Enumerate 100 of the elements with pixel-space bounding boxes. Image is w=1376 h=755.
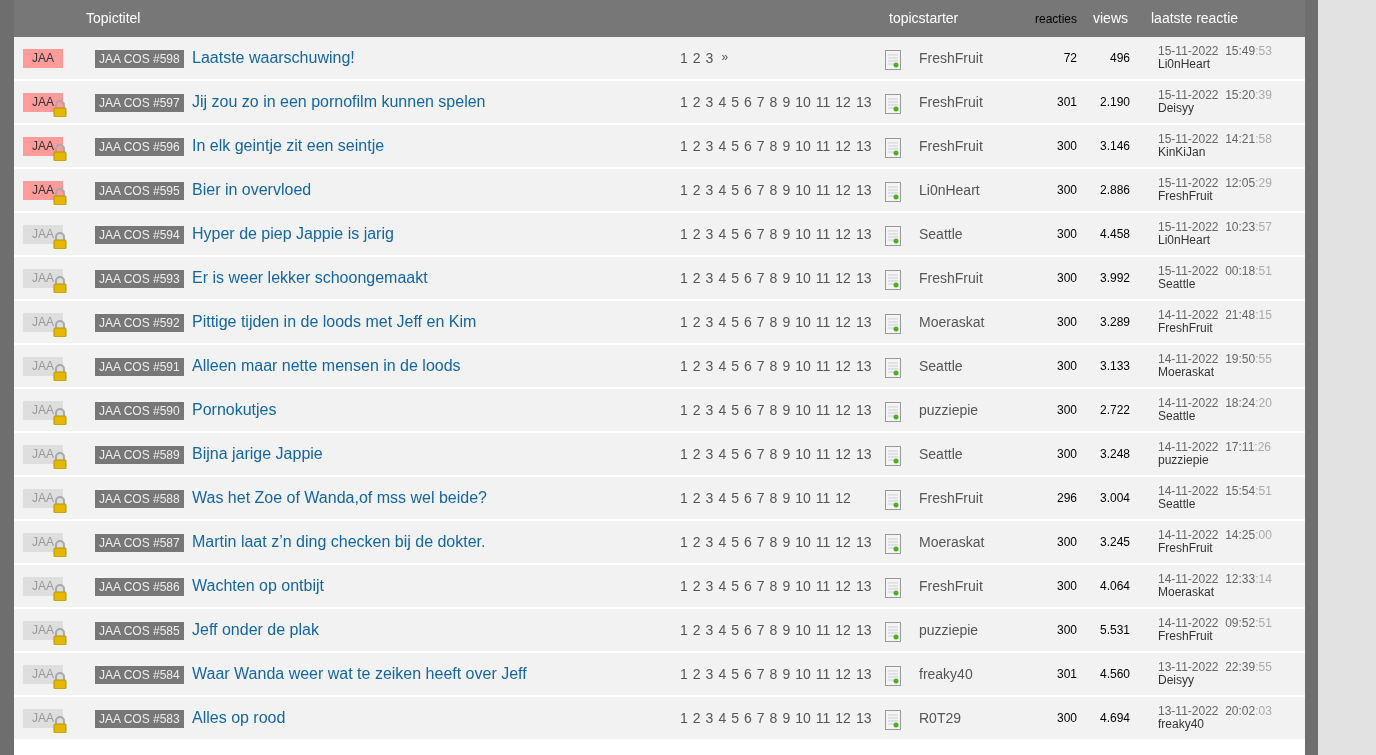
page-link[interactable]: 9	[782, 223, 791, 245]
page-link[interactable]: 8	[769, 399, 778, 421]
page-link[interactable]: 7	[756, 531, 765, 553]
page-link[interactable]: 5	[731, 531, 739, 553]
page-link[interactable]: 8	[769, 443, 778, 465]
page-link[interactable]: 2	[692, 91, 701, 113]
page-link[interactable]: 1	[680, 399, 688, 421]
page-link[interactable]: 4	[718, 707, 727, 729]
page-link[interactable]: 7	[756, 135, 765, 157]
page-link[interactable]: 4	[718, 531, 727, 553]
page-link[interactable]: 13	[855, 355, 872, 377]
page-link[interactable]: 5	[731, 663, 739, 685]
page-link[interactable]: 3	[705, 487, 714, 509]
document-icon[interactable]	[885, 226, 901, 247]
page-link[interactable]: 11	[815, 91, 831, 113]
page-link[interactable]: 12	[835, 487, 851, 509]
document-icon[interactable]	[885, 578, 901, 599]
page-link[interactable]: 7	[756, 575, 765, 597]
page-link[interactable]: 11	[815, 179, 831, 201]
page-link[interactable]: 3	[705, 179, 714, 201]
page-link[interactable]: 10	[795, 487, 811, 509]
page-link[interactable]: 12	[835, 355, 851, 377]
page-link[interactable]: 11	[815, 267, 831, 289]
page-link[interactable]: 1	[680, 619, 688, 641]
page-link[interactable]: 3	[705, 707, 714, 729]
page-link[interactable]: 3	[705, 267, 714, 289]
page-link[interactable]: 10	[795, 267, 811, 289]
page-link[interactable]: 3	[705, 443, 714, 465]
page-link[interactable]: 9	[782, 619, 791, 641]
page-link[interactable]: 1	[680, 663, 688, 685]
page-link[interactable]: 2	[692, 619, 701, 641]
page-link[interactable]: 2	[692, 135, 701, 157]
page-link[interactable]: 8	[769, 355, 778, 377]
page-link[interactable]: 3	[705, 531, 714, 553]
page-link[interactable]: 1	[680, 135, 688, 157]
page-link[interactable]: 8	[769, 179, 778, 201]
page-link[interactable]: 12	[835, 91, 851, 113]
document-icon[interactable]	[885, 402, 901, 423]
page-link[interactable]: 10	[795, 619, 811, 641]
page-link[interactable]: 5	[731, 179, 739, 201]
page-link[interactable]: 5	[731, 223, 739, 245]
page-link[interactable]: 10	[795, 311, 811, 333]
page-link[interactable]: 9	[782, 399, 791, 421]
page-link[interactable]: 7	[756, 663, 765, 685]
page-link[interactable]: 5	[731, 619, 739, 641]
topic-link[interactable]: Er is weer lekker schoongemaakt	[192, 269, 428, 286]
page-link[interactable]: 4	[718, 575, 727, 597]
page-link[interactable]: 13	[855, 663, 872, 685]
page-link[interactable]: 13	[855, 619, 872, 641]
page-link[interactable]: 3	[705, 91, 714, 113]
page-link[interactable]: 1	[680, 47, 688, 69]
page-link[interactable]: 11	[815, 707, 831, 729]
page-link[interactable]: 11	[815, 355, 831, 377]
page-link[interactable]: 9	[782, 267, 791, 289]
page-link[interactable]: 12	[835, 663, 851, 685]
page-link[interactable]: 6	[744, 135, 752, 157]
page-link[interactable]: 6	[744, 619, 752, 641]
page-link[interactable]: 10	[795, 575, 811, 597]
topic-link[interactable]: Pittige tijden in de loods met Jeff en Kim	[192, 313, 477, 330]
page-link[interactable]: 3	[705, 47, 714, 69]
document-icon[interactable]	[885, 710, 901, 731]
page-link[interactable]: 11	[815, 311, 831, 333]
page-link[interactable]: 4	[718, 443, 727, 465]
page-link[interactable]: 12	[835, 399, 851, 421]
page-link[interactable]: 7	[756, 399, 765, 421]
page-link[interactable]: 6	[744, 311, 752, 333]
page-link[interactable]: 10	[795, 223, 811, 245]
topic-link[interactable]: Laatste waarschuwing!	[192, 49, 355, 66]
page-link[interactable]: 2	[692, 487, 701, 509]
page-link[interactable]: 6	[744, 223, 752, 245]
page-link[interactable]: 4	[718, 267, 727, 289]
page-link[interactable]: »	[721, 47, 729, 69]
document-icon[interactable]	[885, 358, 901, 379]
page-link[interactable]: 5	[731, 355, 739, 377]
page-link[interactable]: 1	[680, 311, 688, 333]
page-link[interactable]: 2	[692, 355, 701, 377]
page-link[interactable]: 5	[731, 267, 739, 289]
page-link[interactable]: 3	[705, 663, 714, 685]
page-link[interactable]: 2	[692, 663, 701, 685]
document-icon[interactable]	[885, 314, 901, 335]
page-link[interactable]: 8	[769, 531, 778, 553]
page-link[interactable]: 6	[744, 443, 752, 465]
page-link[interactable]: 7	[756, 179, 765, 201]
page-link[interactable]: 4	[718, 487, 727, 509]
page-link[interactable]: 5	[731, 487, 739, 509]
page-link[interactable]: 7	[756, 267, 765, 289]
page-link[interactable]: 10	[795, 355, 811, 377]
page-link[interactable]: 1	[680, 487, 688, 509]
page-link[interactable]: 10	[795, 663, 811, 685]
document-icon[interactable]	[885, 50, 901, 71]
page-link[interactable]: 13	[855, 443, 872, 465]
page-link[interactable]: 13	[855, 575, 872, 597]
page-link[interactable]: 7	[756, 443, 765, 465]
page-link[interactable]: 1	[680, 91, 688, 113]
page-link[interactable]: 9	[782, 443, 791, 465]
page-link[interactable]: 3	[705, 355, 714, 377]
page-link[interactable]: 9	[782, 575, 791, 597]
page-link[interactable]: 9	[782, 311, 791, 333]
page-link[interactable]: 6	[744, 707, 752, 729]
topic-link[interactable]: Pornokutjes	[192, 401, 277, 418]
